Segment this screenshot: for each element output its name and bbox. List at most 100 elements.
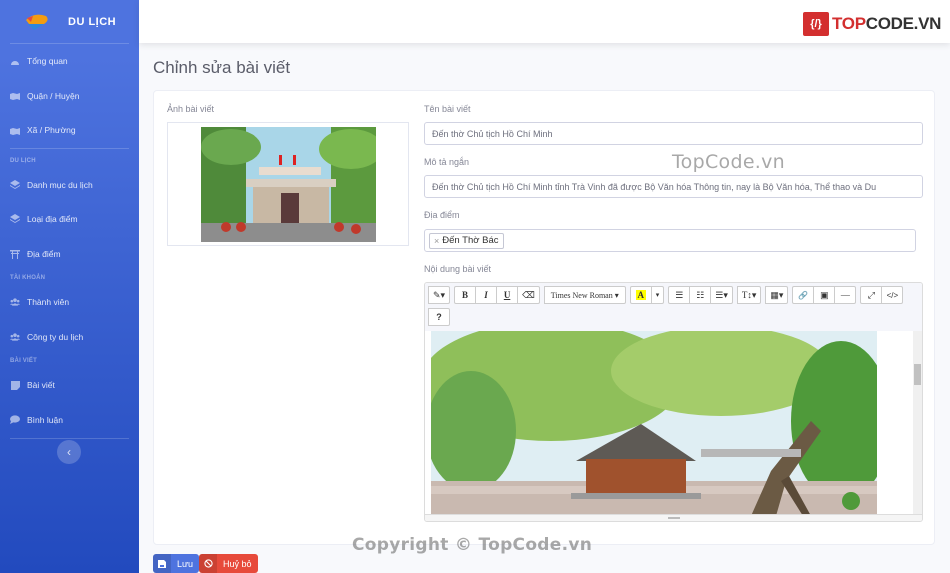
sidebar-heading-posts: BÀI VIẾT (10, 358, 37, 364)
code-brackets-icon: {/} (803, 12, 829, 36)
logo-text-prefix: TOP (832, 14, 866, 33)
brand-logo-icon (26, 14, 48, 30)
sidebar-item-wards[interactable]: Xã / Phường (0, 113, 139, 148)
scrollbar-thumb[interactable] (914, 364, 921, 385)
sidebar-divider (10, 438, 129, 439)
sidebar-item-districts[interactable]: Quận / Huyện (0, 79, 139, 114)
short-description-input[interactable]: Đến thờ Chủ tịch Hồ Chí Minh tỉnh Trà Vi… (424, 175, 923, 198)
line-height-dropdown[interactable]: T↕▾ (736, 286, 762, 304)
table-dropdown[interactable]: ▦▾ (765, 286, 789, 304)
color-group: A ▾ (629, 286, 665, 304)
sidebar-item-travel-companies[interactable]: Công ty du lịch (0, 320, 139, 355)
description-label: Mô tả ngắn (424, 157, 470, 167)
editor-content[interactable] (425, 331, 922, 516)
sidebar-item-posts[interactable]: Bài viết (0, 368, 139, 403)
map-icon (10, 125, 20, 135)
sidebar-item-overview[interactable]: Tổng quan (0, 44, 139, 79)
color-button[interactable]: A (629, 286, 652, 304)
brand[interactable]: DU LỊCH (0, 0, 139, 43)
color-a-icon: A (635, 290, 646, 300)
color-dropdown-button[interactable]: ▾ (650, 286, 665, 304)
image-label: Ảnh bài viết (167, 104, 215, 114)
tag-remove-icon[interactable]: × (434, 236, 439, 246)
sidebar-item-comments[interactable]: Bình luận (0, 403, 139, 438)
cancel-label: Huỷ bỏ (223, 558, 252, 569)
paragraph-group: ☰ ☷ ☰▾ (668, 286, 733, 304)
help-button[interactable]: ? (428, 308, 450, 326)
sidebar-divider (10, 147, 129, 149)
sidebar-item-label: Công ty du lịch (27, 331, 84, 342)
topcode-logo[interactable]: {/} TOPCODE.VN (803, 12, 941, 36)
sidebar-item-place-types[interactable]: Loại địa điểm (0, 202, 139, 237)
sidebar-item-label: Thành viên (27, 297, 70, 308)
sidebar-toggle-button[interactable]: ‹ (57, 440, 81, 464)
brand-name: DU LỊCH (68, 15, 117, 28)
picture-button[interactable]: ▣ (813, 286, 836, 304)
sidebar-item-label: Quận / Huyện (27, 90, 80, 101)
eraser-button[interactable]: ⌫ (517, 286, 540, 304)
unordered-list-button[interactable]: ☰ (668, 286, 691, 304)
content-label: Nội dung bài viết (424, 264, 492, 274)
paragraph-align-dropdown[interactable]: ☰▾ (710, 286, 733, 304)
cancel-button[interactable]: Huỷ bỏ (199, 554, 258, 573)
editor-toolbar: ✎▾ B I U ⌫ Times New Roman ▾ A ▾ ☰ ☷ ☰▾ … (425, 283, 922, 331)
sidebar-item-label: Loại địa điểm (27, 214, 78, 225)
floppy-disk-icon (153, 554, 171, 573)
save-button[interactable]: Lưu (153, 554, 200, 573)
sidebar-item-label: Tổng quan (27, 56, 68, 67)
view-group: ⤢ </> (860, 286, 904, 304)
temple-photo-image (200, 126, 376, 242)
location-label: Địa điểm (424, 210, 460, 220)
link-button[interactable]: 🔗 (792, 286, 815, 304)
horizontal-rule-button[interactable]: — (834, 286, 857, 304)
style-dropdown-button[interactable]: ✎▾ (428, 286, 451, 304)
logo-text: TOPCODE.VN (832, 14, 941, 34)
users-icon (10, 332, 20, 342)
map-icon (10, 91, 20, 101)
style-group: ✎▾ (428, 286, 451, 304)
sidebar-item-places[interactable]: Địa điểm (0, 237, 139, 272)
editor-scrollbar[interactable] (913, 331, 922, 514)
sidebar-item-label: Danh mục du lịch (27, 179, 93, 190)
underline-button[interactable]: U (496, 286, 519, 304)
location-tag-label: Đến Thờ Bác (442, 235, 499, 246)
font-style-group: B I U ⌫ (454, 286, 540, 304)
sidebar-item-label: Xã / Phường (27, 125, 76, 136)
table-group: ▦▾ (765, 286, 789, 304)
sidebar-heading-accounts: TÀI KHOẢN (10, 275, 46, 281)
code-view-button[interactable]: </> (881, 286, 904, 304)
location-select[interactable]: × Đến Thờ Bác (424, 229, 916, 252)
post-image-preview[interactable] (167, 122, 409, 246)
logo-text-suffix: CODE.VN (865, 14, 942, 33)
layers-icon (10, 179, 20, 190)
page-title: Chỉnh sửa bài viết (153, 58, 291, 77)
font-group: Times New Roman ▾ (543, 286, 626, 304)
tachometer-icon (10, 56, 20, 66)
sidebar-heading-tourism: DU LỊCH (10, 157, 36, 164)
bold-button[interactable]: B (454, 286, 477, 304)
chevron-left-icon: ‹ (67, 445, 71, 459)
post-name-input[interactable]: Đến thờ Chủ tịch Hồ Chí Minh (424, 122, 923, 145)
sidebar-item-members[interactable]: Thành viên (0, 285, 139, 320)
sidebar: DU LỊCH Tổng quan Quận / Huyện Xã / Phườ… (0, 0, 139, 573)
insert-group: 🔗 ▣ — (792, 286, 857, 304)
sidebar-item-tour-categories[interactable]: Danh mục du lịch (0, 168, 139, 203)
watermark-copyright: Copyright © TopCode.vn (352, 535, 593, 555)
sidebar-item-label: Bình luận (27, 414, 63, 425)
height-group: T↕▾ (736, 286, 762, 304)
editor-resize-handle[interactable] (425, 514, 922, 521)
help-group: ? (428, 308, 450, 326)
ordered-list-button[interactable]: ☷ (689, 286, 712, 304)
sidebar-item-label: Địa điểm (27, 248, 61, 259)
users-icon (10, 297, 20, 307)
rich-text-editor: ✎▾ B I U ⌫ Times New Roman ▾ A ▾ ☰ ☷ ☰▾ … (424, 282, 923, 522)
comment-icon (10, 415, 20, 425)
fullscreen-button[interactable]: ⤢ (860, 286, 883, 304)
save-label: Lưu (177, 558, 194, 569)
edit-post-card: Ảnh bài viết Tên bài viết Đến thờ Chủ tị… (153, 90, 935, 545)
note-icon (10, 380, 20, 390)
watermark-center: TopCode.vn (672, 151, 786, 173)
font-family-dropdown[interactable]: Times New Roman ▾ (543, 286, 626, 304)
italic-button[interactable]: I (475, 286, 498, 304)
location-tag: × Đến Thờ Bác (429, 232, 504, 249)
